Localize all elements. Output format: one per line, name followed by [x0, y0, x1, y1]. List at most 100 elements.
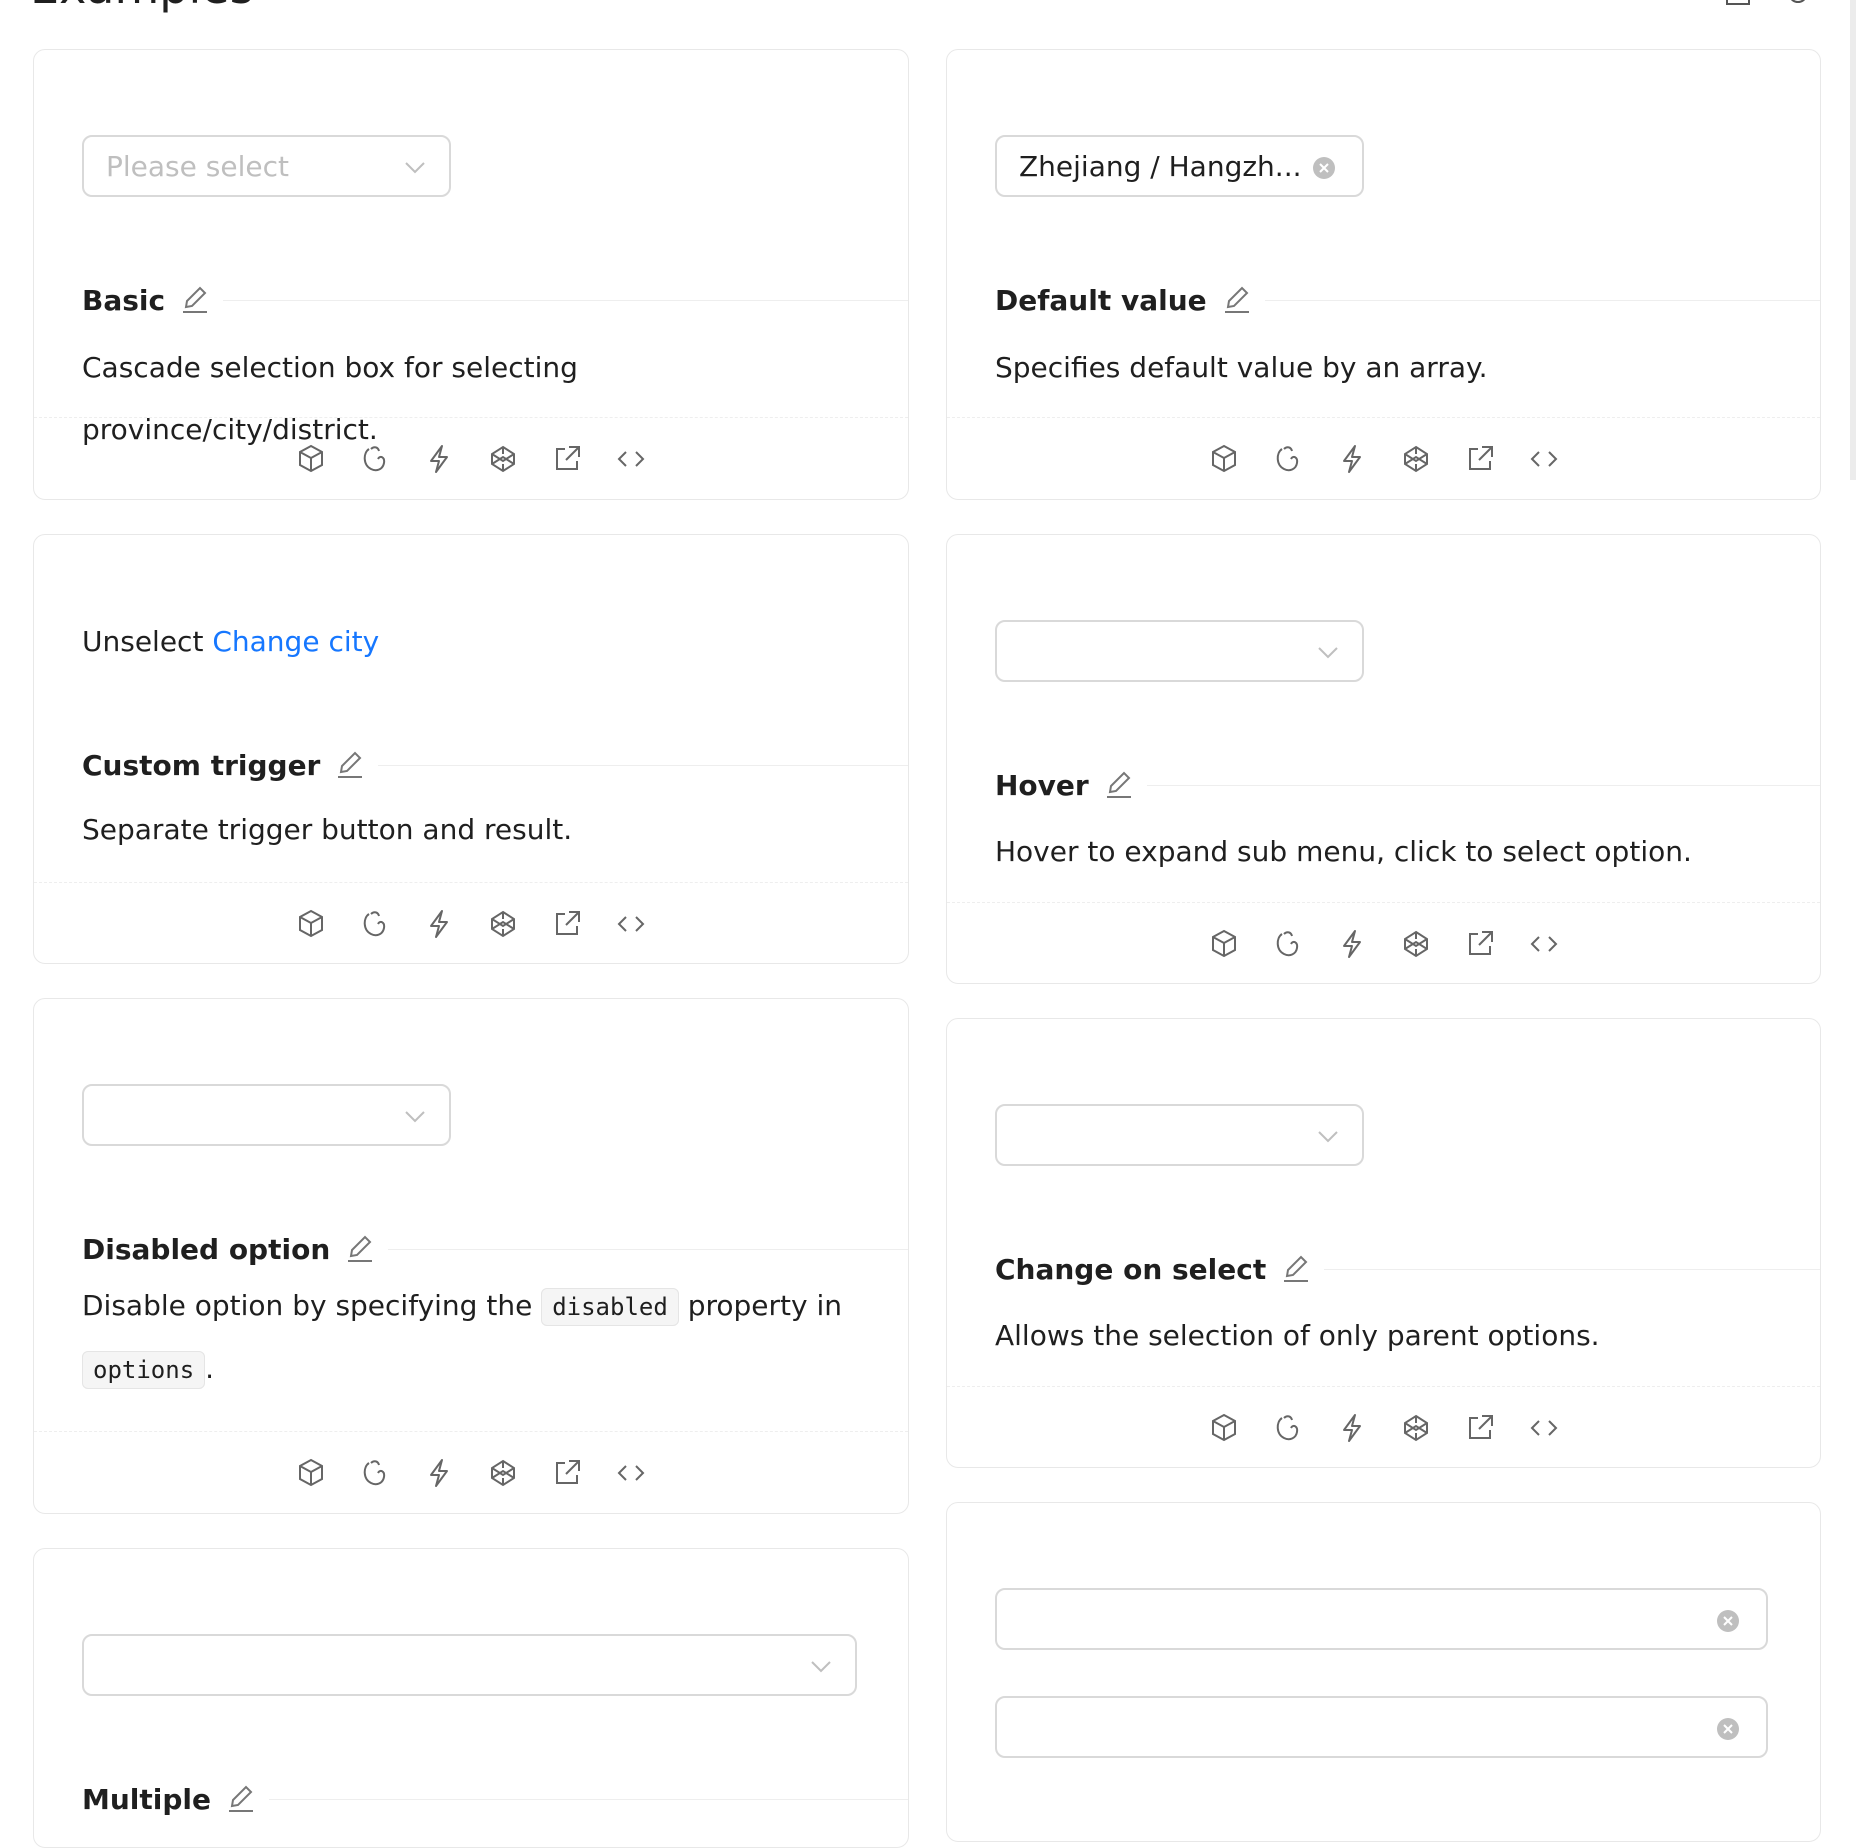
- demo-title-text: Custom trigger: [82, 748, 321, 782]
- demo-description: Specifies default value by an array.: [995, 351, 1488, 384]
- desc-text: property in: [687, 1289, 842, 1322]
- select-placeholder: Please select: [106, 149, 289, 183]
- codepen-logo-icon[interactable]: [484, 905, 522, 943]
- demo-actions: [947, 1409, 1820, 1447]
- cascader-input[interactable]: [995, 1696, 1768, 1758]
- open-external-icon[interactable]: [1461, 1409, 1499, 1447]
- demo-title: Default value: [947, 280, 1265, 320]
- edit-icon[interactable]: [181, 286, 209, 314]
- chevron-down-icon: [1318, 1131, 1338, 1143]
- demo-card-clear: [946, 1502, 1821, 1842]
- code-icon[interactable]: [612, 1454, 650, 1492]
- cascader-select[interactable]: [995, 1104, 1364, 1166]
- edit-icon[interactable]: [1223, 286, 1251, 314]
- codesandbox-icon[interactable]: [292, 440, 330, 478]
- cascader-select[interactable]: [82, 1634, 857, 1696]
- demo-title-text: Change on select: [995, 1252, 1267, 1286]
- codepen-logo-icon[interactable]: [1397, 925, 1435, 963]
- demo-actions: [947, 440, 1820, 478]
- demo-title-text: Multiple: [82, 1782, 212, 1816]
- demo-title-text: Disabled option: [82, 1232, 331, 1266]
- cascader-select[interactable]: Zhejiang / Hangzh...: [995, 135, 1364, 197]
- open-external-icon[interactable]: [548, 440, 586, 478]
- code-icon[interactable]: [1525, 925, 1563, 963]
- codepen-icon[interactable]: [1269, 1409, 1307, 1447]
- open-external-icon[interactable]: [1461, 925, 1499, 963]
- codesandbox-icon[interactable]: [1205, 925, 1243, 963]
- codesandbox-icon[interactable]: [1205, 440, 1243, 478]
- open-external-icon[interactable]: [548, 1454, 586, 1492]
- demo-card-disabled-option: Disabled option Disable option by specif…: [33, 998, 909, 1514]
- demo-title: Hover: [947, 765, 1147, 805]
- edit-icon[interactable]: [346, 1235, 374, 1263]
- trigger-row: Unselect Change city: [82, 625, 379, 658]
- demo-description: Disable option by specifying the disable…: [82, 1275, 868, 1401]
- demo-actions: [34, 1454, 908, 1492]
- stackblitz-icon[interactable]: [420, 905, 458, 943]
- code-icon[interactable]: [1525, 440, 1563, 478]
- demo-card-change-on-select: Change on select Allows the selection of…: [946, 1018, 1821, 1468]
- codesandbox-icon[interactable]: [292, 905, 330, 943]
- code-disabled: disabled: [541, 1288, 679, 1326]
- demo-title: Basic: [34, 280, 224, 320]
- demo-description: Hover to expand sub menu, click to selec…: [995, 835, 1692, 868]
- clear-icon[interactable]: [1312, 156, 1336, 180]
- demo-actions: [34, 440, 908, 478]
- demo-title: Multiple: [34, 1779, 270, 1819]
- codesandbox-icon[interactable]: [292, 1454, 330, 1492]
- open-external-icon[interactable]: [548, 905, 586, 943]
- codesandbox-icon[interactable]: [1205, 1409, 1243, 1447]
- code-icon[interactable]: [612, 440, 650, 478]
- demo-title-text: Basic: [82, 283, 166, 317]
- demo-card-default-value: Zhejiang / Hangzh... Default value Speci…: [946, 49, 1821, 500]
- stackblitz-icon[interactable]: [1333, 440, 1371, 478]
- stackblitz-icon[interactable]: [1333, 925, 1371, 963]
- stackblitz-icon[interactable]: [1333, 1409, 1371, 1447]
- open-external-icon[interactable]: [1461, 440, 1499, 478]
- demo-actions: [947, 925, 1820, 963]
- demo-card-custom-trigger: Unselect Change city Custom trigger Sepa…: [33, 534, 909, 964]
- codepen-logo-icon[interactable]: [1397, 440, 1435, 478]
- demo-description: Allows the selection of only parent opti…: [995, 1319, 1600, 1352]
- desc-end: .: [205, 1352, 215, 1385]
- change-city-link[interactable]: Change city: [212, 625, 379, 658]
- page-title: Examples: [30, 0, 254, 10]
- cascader-select[interactable]: [995, 620, 1364, 682]
- cascader-select[interactable]: Please select: [82, 135, 451, 197]
- codepen-logo-icon[interactable]: [484, 440, 522, 478]
- clear-icon[interactable]: [1716, 1717, 1740, 1741]
- chevron-down-icon: [405, 1111, 425, 1123]
- edit-icon[interactable]: [336, 751, 364, 779]
- trigger-prefix: Unselect: [82, 625, 204, 658]
- stackblitz-icon[interactable]: [420, 1454, 458, 1492]
- desc-text: Disable option by specifying the: [82, 1289, 533, 1322]
- codepen-icon[interactable]: [356, 440, 394, 478]
- bug-icon[interactable]: [1784, 0, 1812, 8]
- edit-icon[interactable]: [1105, 771, 1133, 799]
- code-options: options: [82, 1351, 206, 1389]
- clear-icon[interactable]: [1716, 1609, 1740, 1633]
- edit-icon[interactable]: [227, 1785, 255, 1813]
- edit-icon[interactable]: [1282, 1255, 1310, 1283]
- demo-title-text: Default value: [995, 283, 1207, 317]
- layout-icon[interactable]: [1724, 0, 1752, 8]
- cascader-input[interactable]: [995, 1588, 1768, 1650]
- demo-description: Separate trigger button and result.: [82, 813, 573, 846]
- demo-title: Disabled option: [34, 1229, 389, 1269]
- chevron-down-icon: [405, 162, 425, 174]
- chevron-down-icon: [811, 1661, 831, 1673]
- demo-card-basic: Please select Basic Cascade selection bo…: [33, 49, 909, 500]
- codepen-icon[interactable]: [356, 1454, 394, 1492]
- codepen-logo-icon[interactable]: [484, 1454, 522, 1492]
- codepen-icon[interactable]: [1269, 925, 1307, 963]
- cascader-select[interactable]: [82, 1084, 451, 1146]
- stackblitz-icon[interactable]: [420, 440, 458, 478]
- codepen-logo-icon[interactable]: [1397, 1409, 1435, 1447]
- codepen-icon[interactable]: [356, 905, 394, 943]
- scrollbar[interactable]: [1850, 0, 1856, 480]
- codepen-icon[interactable]: [1269, 440, 1307, 478]
- demo-title-text: Hover: [995, 768, 1089, 802]
- code-icon[interactable]: [612, 905, 650, 943]
- select-value: Zhejiang / Hangzh...: [1019, 149, 1302, 183]
- code-icon[interactable]: [1525, 1409, 1563, 1447]
